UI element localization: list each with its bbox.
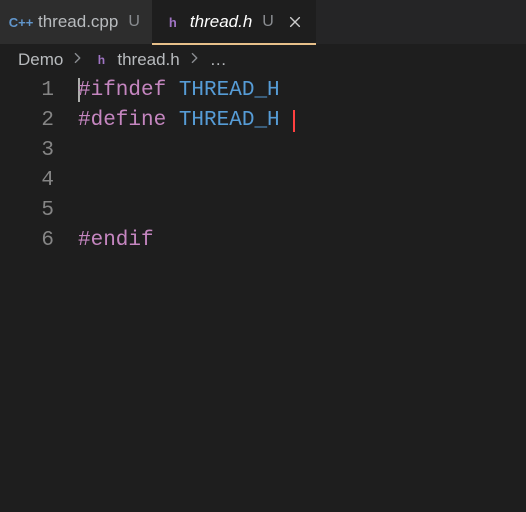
tab-label: thread.cpp (38, 12, 118, 32)
line-number: 1 (0, 76, 54, 106)
tab-thread-cpp[interactable]: C++ thread.cpp U (0, 0, 152, 44)
code-editor[interactable]: 1 2 3 4 5 6 #ifndef THREAD_H #define THR… (0, 76, 526, 512)
line-number: 3 (0, 136, 54, 166)
breadcrumb[interactable]: Demo h thread.h … (0, 44, 526, 76)
h-file-icon: h (164, 13, 182, 31)
line-number: 2 (0, 106, 54, 136)
line-number-gutter: 1 2 3 4 5 6 (0, 76, 78, 512)
code-line: #define THREAD_H (78, 106, 526, 136)
macro-name: THREAD_H (179, 109, 280, 132)
code-line (78, 196, 526, 226)
code-content[interactable]: #ifndef THREAD_H #define THREAD_H #endif (78, 76, 526, 512)
breadcrumb-file[interactable]: thread.h (117, 50, 179, 70)
close-icon[interactable] (286, 13, 304, 31)
secondary-cursor-icon (293, 110, 295, 132)
code-line: #endif (78, 226, 526, 256)
directive: #endif (78, 229, 154, 252)
code-line (78, 136, 526, 166)
h-file-icon: h (93, 52, 109, 68)
directive: #ifndef (78, 79, 166, 102)
line-number: 5 (0, 196, 54, 226)
scm-status: U (262, 13, 274, 31)
tab-bar: C++ thread.cpp U h thread.h U (0, 0, 526, 44)
chevron-right-icon (188, 50, 202, 70)
breadcrumb-root[interactable]: Demo (18, 50, 63, 70)
code-line (78, 166, 526, 196)
chevron-right-icon (71, 50, 85, 70)
breadcrumb-symbol[interactable]: … (210, 50, 227, 70)
scm-status: U (128, 13, 140, 31)
tab-label: thread.h (190, 12, 252, 32)
code-line: #ifndef THREAD_H (78, 76, 526, 106)
line-number: 6 (0, 226, 54, 256)
cpp-file-icon: C++ (12, 13, 30, 31)
macro-name: THREAD_H (179, 79, 280, 102)
line-number: 4 (0, 166, 54, 196)
tab-thread-h[interactable]: h thread.h U (152, 0, 316, 44)
directive: #define (78, 109, 166, 132)
